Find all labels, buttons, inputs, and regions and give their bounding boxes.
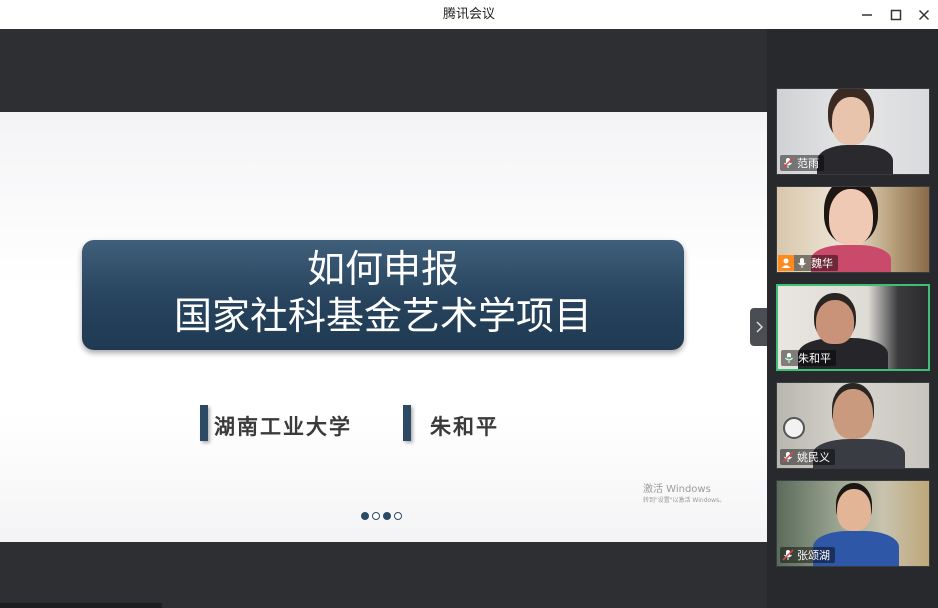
participant-tile[interactable]: 魏华 [776, 186, 930, 273]
pagination-dot[interactable] [394, 512, 402, 520]
maximize-icon [890, 9, 902, 20]
mic-icon [798, 258, 806, 268]
mic-muted-icon [782, 451, 794, 463]
presentation-slide: 如何申报 国家社科基金艺术学项目 湖南工业大学 朱和平 激活 Windows 转… [0, 112, 767, 542]
participant-label: 朱和平 [781, 350, 836, 366]
pagination-dot-current[interactable] [383, 512, 391, 520]
maximize-button[interactable] [882, 0, 910, 29]
person-silhouette [816, 300, 854, 344]
participant-tile[interactable]: 姚民义 [776, 382, 930, 469]
participant-tile[interactable]: 范雨 [776, 88, 930, 175]
shared-screen-area: 如何申报 国家社科基金艺术学项目 湖南工业大学 朱和平 激活 Windows 转… [0, 29, 767, 608]
person-silhouette [829, 189, 873, 245]
minimize-icon [862, 13, 872, 16]
participant-label: 姚民义 [780, 449, 835, 465]
close-icon [918, 9, 930, 20]
slide-title-line1: 如何申报 [306, 247, 459, 291]
collapse-sidebar-button[interactable] [750, 308, 767, 346]
participant-name: 张颂湖 [797, 549, 830, 562]
person-silhouette [832, 97, 870, 145]
person-icon [781, 258, 791, 268]
mic-muted-icon [782, 549, 794, 561]
participant-name: 姚民义 [797, 451, 830, 464]
accent-bar [403, 405, 411, 441]
participant-label: 范雨 [780, 155, 824, 171]
chevron-right-icon [755, 321, 763, 333]
participant-tile-active-speaker[interactable]: 朱和平 [776, 284, 930, 371]
participant-label: 魏华 [778, 255, 838, 271]
wall-clock-icon [783, 417, 805, 439]
slide-pagination [361, 512, 402, 520]
close-button[interactable] [910, 0, 938, 29]
participant-video-list: 范雨 魏华 朱和平 姚民义 张颂湖 [767, 29, 938, 608]
watermark-line1: 激活 Windows [643, 484, 711, 495]
windows-activation-watermark: 激活 Windows 转到"设置"以激活 Windows。 [643, 484, 725, 505]
host-badge [778, 255, 794, 271]
person-silhouette [837, 489, 871, 531]
accent-bar [200, 405, 208, 441]
slide-title-banner: 如何申报 国家社科基金艺术学项目 [82, 240, 684, 350]
participant-name: 魏华 [811, 257, 833, 270]
participant-tile[interactable]: 张颂湖 [776, 480, 930, 567]
participant-label: 张颂湖 [780, 547, 835, 563]
participant-name: 朱和平 [798, 352, 831, 365]
presenter-name: 朱和平 [430, 415, 499, 439]
pagination-dot[interactable] [361, 512, 369, 520]
mic-muted-icon [782, 157, 794, 169]
window-title: 腾讯会议 [442, 7, 495, 22]
mic-speaking-icon [785, 353, 793, 363]
watermark-line2: 转到"设置"以激活 Windows。 [643, 497, 726, 504]
minimize-button[interactable] [853, 0, 881, 29]
participant-name: 范雨 [797, 157, 819, 170]
taskbar-strip [0, 603, 162, 608]
person-silhouette [833, 389, 873, 439]
pagination-dot[interactable] [372, 512, 380, 520]
person-silhouette [817, 145, 893, 174]
slide-title-line2: 国家社科基金艺术学项目 [173, 294, 592, 338]
university-name: 湖南工业大学 [214, 415, 352, 439]
title-bar: 腾讯会议 [0, 0, 938, 29]
